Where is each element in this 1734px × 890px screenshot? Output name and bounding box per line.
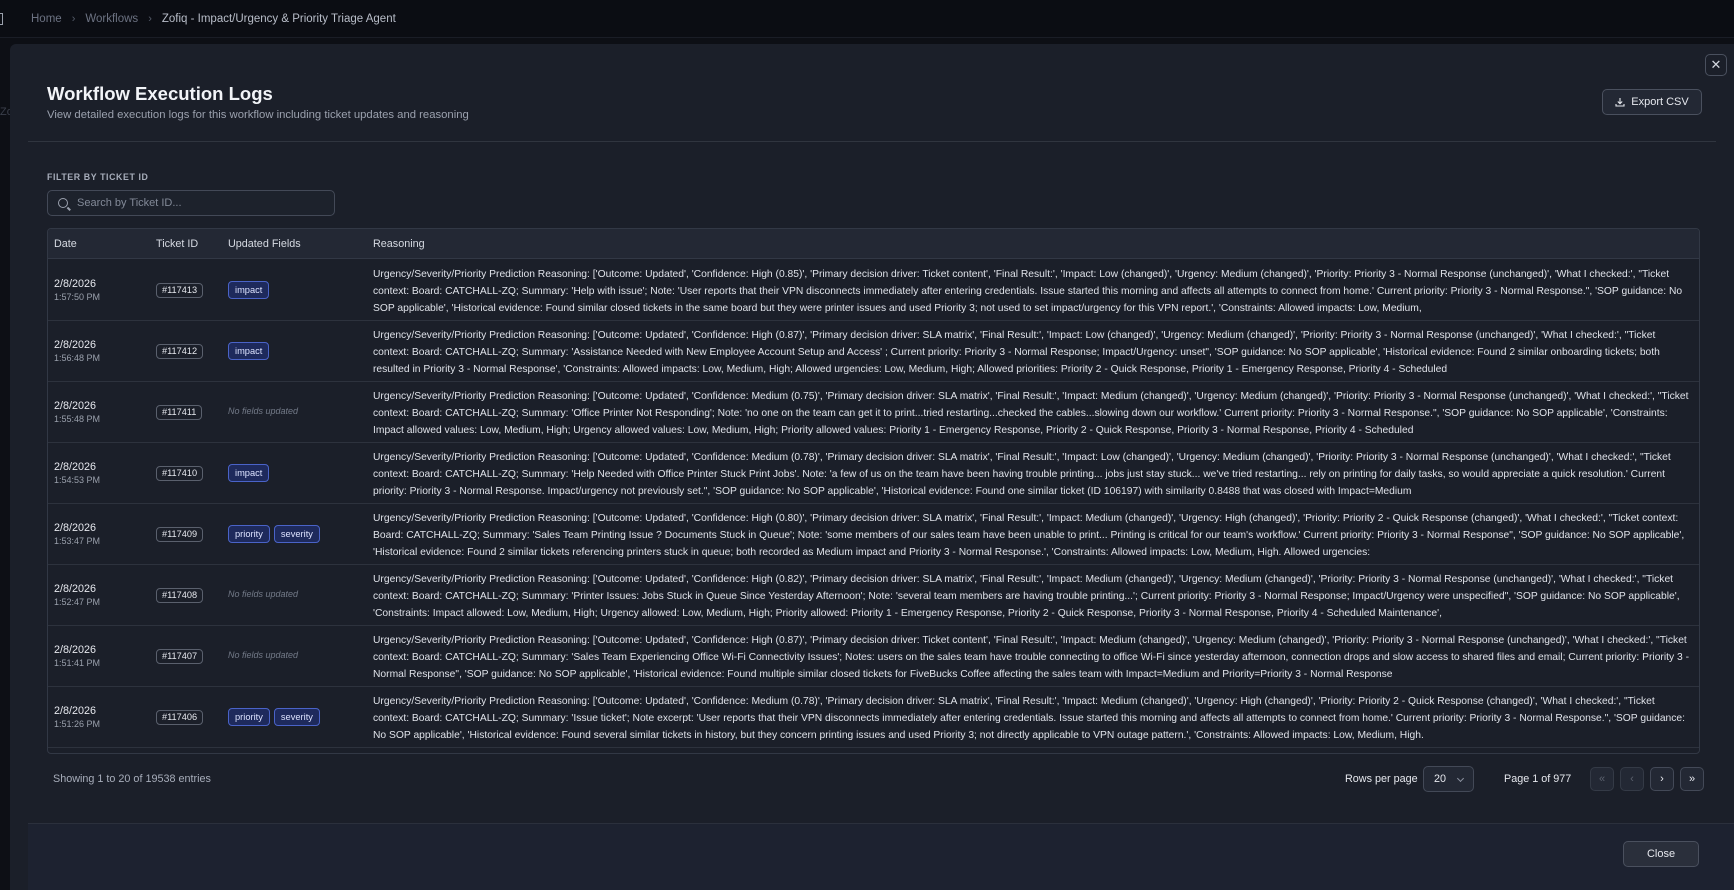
rows-per-page-label: Rows per page xyxy=(1345,773,1418,785)
row-time: 1:51:26 PM xyxy=(54,719,101,729)
chevron-down-icon xyxy=(1456,774,1465,783)
field-badge: impact xyxy=(228,281,270,299)
execution-logs-modal: ✕ Workflow Execution Logs View detailed … xyxy=(10,44,1734,890)
table-row[interactable]: 2/8/2026 1:56:48 PM #117412 impact Urgency/S… xyxy=(48,321,1699,382)
breadcrumb-home[interactable]: Home xyxy=(31,13,62,25)
field-badge: priority xyxy=(228,525,270,543)
col-ticket-id[interactable]: Ticket ID xyxy=(156,238,198,250)
row-time: 1:54:53 PM xyxy=(54,475,101,485)
ticket-id-badge[interactable]: #117411 xyxy=(156,405,203,420)
updated-fields: No fields updated xyxy=(228,586,298,599)
no-fields-text: No fields updated xyxy=(228,406,299,416)
field-badge: severity xyxy=(273,525,320,543)
updated-fields: No fields updated xyxy=(228,647,298,660)
row-time: 1:57:50 PM xyxy=(54,292,101,302)
row-date: 2/8/2026 xyxy=(54,705,97,717)
reasoning-text: Urgency/Severity/Priority Prediction Rea… xyxy=(373,391,1689,436)
first-page-button[interactable]: « xyxy=(1590,767,1614,791)
updated-fields: impact xyxy=(228,281,270,299)
top-bar: Home › Workflows › Zofiq - Impact/Urgenc… xyxy=(0,0,1734,38)
row-date: 2/8/2026 xyxy=(54,278,97,290)
row-time: 1:52:47 PM xyxy=(54,597,101,607)
reasoning-text: Urgency/Severity/Priority Prediction Rea… xyxy=(373,452,1671,497)
row-time: 1:51:41 PM xyxy=(54,658,101,668)
row-date: 2/8/2026 xyxy=(54,400,97,412)
ticket-id-badge[interactable]: #117408 xyxy=(156,588,204,603)
ticket-id-badge[interactable]: #117406 xyxy=(156,710,204,725)
reasoning-text: Urgency/Severity/Priority Prediction Rea… xyxy=(373,635,1690,680)
updated-fields: priority severity xyxy=(228,708,320,726)
no-fields-text: No fields updated xyxy=(228,650,299,660)
breadcrumb-workflows[interactable]: Workflows xyxy=(85,13,138,25)
entries-summary: Showing 1 to 20 of 19538 entries xyxy=(53,773,211,785)
row-time: 1:56:48 PM xyxy=(54,353,101,363)
prev-page-button[interactable]: ‹ xyxy=(1620,767,1644,791)
next-page-button[interactable]: › xyxy=(1650,767,1674,791)
row-time: 1:55:48 PM xyxy=(54,414,101,424)
field-badge: impact xyxy=(228,464,270,482)
row-date: 2/8/2026 xyxy=(54,644,97,656)
search-box[interactable] xyxy=(47,190,335,216)
ticket-id-badge[interactable]: #117407 xyxy=(156,649,204,664)
updated-fields: impact xyxy=(228,342,270,360)
reasoning-text: Urgency/Severity/Priority Prediction Rea… xyxy=(373,269,1683,314)
chevron-right-icon: › xyxy=(148,12,152,25)
table-row[interactable]: 2/8/2026 1:57:50 PM #117413 impact Urgency/S… xyxy=(48,260,1699,321)
modal-title: Workflow Execution Logs xyxy=(47,83,273,104)
breadcrumb-current: Zofiq - Impact/Urgency & Priority Triage… xyxy=(161,12,396,25)
updated-fields: impact xyxy=(228,464,270,482)
table-row[interactable]: 2/8/2026 1:55:48 PM #117411 No fields updat… xyxy=(48,382,1699,443)
table-header: Date Ticket ID Updated Fields Reasoning xyxy=(48,229,1699,259)
rows-per-page-value: 20 xyxy=(1434,773,1447,785)
ticket-id-badge[interactable]: #117409 xyxy=(156,527,204,542)
table-row[interactable]: 2/8/2026 1:53:47 PM #117409 priority severit… xyxy=(48,504,1699,565)
row-date: 2/8/2026 xyxy=(54,583,97,595)
col-reasoning[interactable]: Reasoning xyxy=(373,238,425,250)
reasoning-text: Urgency/Severity/Priority Prediction Rea… xyxy=(373,513,1685,558)
ticket-id-badge[interactable]: #117412 xyxy=(156,344,204,359)
filter-label: FILTER BY TICKET ID xyxy=(47,172,149,182)
table-row[interactable]: 2/8/2026 1:51:26 PM #117406 priority severit… xyxy=(48,687,1699,748)
row-date: 2/8/2026 xyxy=(54,339,97,351)
no-fields-text: No fields updated xyxy=(228,589,299,599)
table-row[interactable]: 2/8/2026 1:54:53 PM #117410 impact Urgency/S… xyxy=(48,443,1699,504)
field-badge: priority xyxy=(228,708,270,726)
row-date: 2/8/2026 xyxy=(54,461,97,473)
row-time: 1:53:47 PM xyxy=(54,536,101,546)
export-csv-label: Export CSV xyxy=(1631,96,1689,108)
modal-subtitle: View detailed execution logs for this wo… xyxy=(47,109,469,121)
ticket-search-input[interactable] xyxy=(77,197,317,209)
last-page-button[interactable]: » xyxy=(1680,767,1704,791)
chevron-right-icon: › xyxy=(71,12,76,25)
field-badge: impact xyxy=(228,342,270,360)
col-updated-fields[interactable]: Updated Fields xyxy=(228,238,301,250)
ticket-id-badge[interactable]: #117413 xyxy=(156,283,204,298)
close-icon[interactable]: ✕ xyxy=(1705,54,1727,76)
sidebar-edge-icon xyxy=(0,12,3,25)
reasoning-text: Urgency/Severity/Priority Prediction Rea… xyxy=(373,330,1660,375)
table-row[interactable]: 2/8/2026 1:51:41 PM #117407 No fields updat… xyxy=(48,626,1699,687)
close-button[interactable]: Close xyxy=(1623,841,1699,867)
row-date: 2/8/2026 xyxy=(54,522,97,534)
header-divider xyxy=(28,141,1716,142)
export-csv-button[interactable]: Export CSV xyxy=(1602,89,1702,115)
modal-footer xyxy=(28,823,1734,890)
download-icon xyxy=(1615,98,1625,107)
updated-fields: priority severity xyxy=(228,525,320,543)
field-badge: severity xyxy=(273,708,320,726)
updated-fields: No fields updated xyxy=(228,403,298,416)
logs-table: Date Ticket ID Updated Fields Reasoning … xyxy=(47,228,1700,754)
breadcrumb: Home › Workflows › Zofiq - Impact/Urgenc… xyxy=(31,13,396,25)
search-icon xyxy=(58,198,68,208)
col-date[interactable]: Date xyxy=(54,238,77,250)
rows-per-page-select[interactable]: 20 xyxy=(1423,766,1474,792)
reasoning-text: Urgency/Severity/Priority Prediction Rea… xyxy=(373,696,1686,741)
reasoning-text: Urgency/Severity/Priority Prediction Rea… xyxy=(373,574,1680,619)
page-info: Page 1 of 977 xyxy=(1504,773,1572,785)
table-row[interactable]: 2/8/2026 1:52:47 PM #117408 No fields updat… xyxy=(48,565,1699,626)
ticket-id-badge[interactable]: #117410 xyxy=(156,466,204,481)
